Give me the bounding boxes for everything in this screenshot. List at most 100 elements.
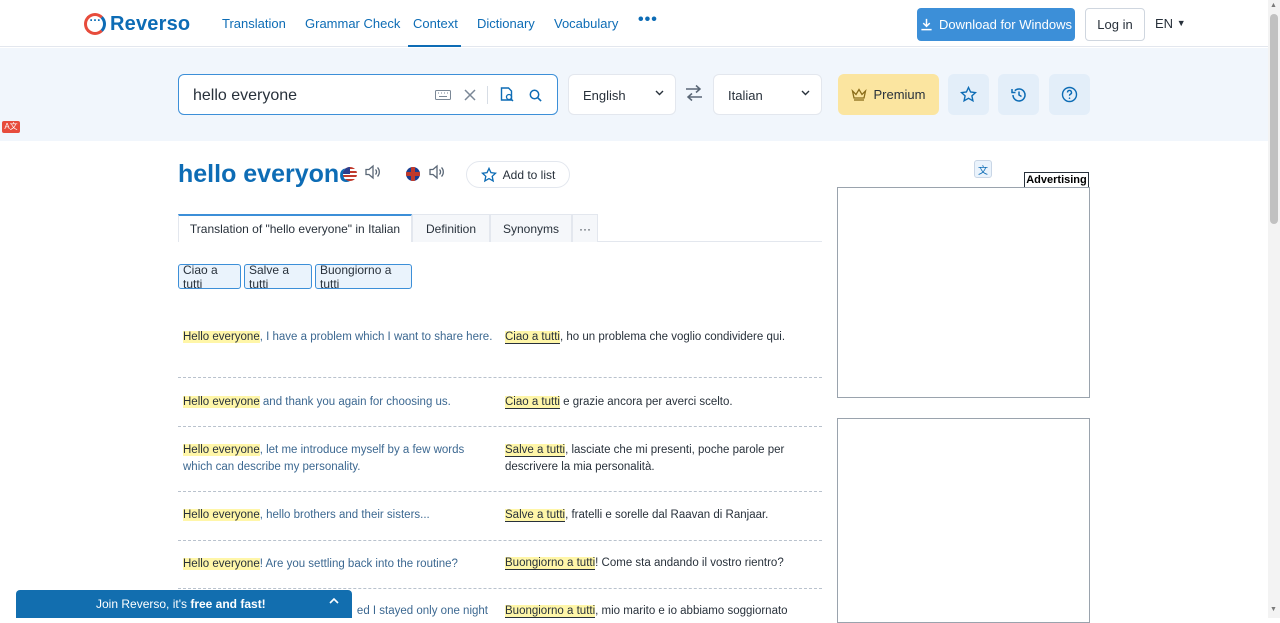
advertising-label: Advertising (1024, 172, 1089, 188)
example-row: Hello everyone, I have a problem which I… (178, 320, 822, 378)
example-target: Salve a tutti, fratelli e sorelle dal Ra… (505, 507, 817, 524)
ad-slot-bottom[interactable] (837, 418, 1090, 623)
crown-icon (851, 88, 868, 101)
scroll-down-icon[interactable]: ▼ (1270, 606, 1277, 613)
reverso-logo-icon (84, 10, 106, 35)
join-text-bold: free and fast! (190, 597, 266, 611)
example-target: Buongiorno a tutti! Come sta andando il … (505, 555, 817, 572)
target-text: , ho un problema che voglio condividere … (559, 331, 786, 343)
example-source: Hello everyone and thank you again for c… (183, 394, 493, 411)
join-reverso-banner[interactable]: Join Reverso, it's free and fast! (16, 590, 352, 618)
chevron-down-icon (800, 87, 811, 101)
swap-languages-icon[interactable] (684, 84, 704, 107)
speaker-us-icon[interactable] (364, 164, 382, 184)
nav-dictionary[interactable]: Dictionary (477, 16, 535, 31)
ui-language-dropdown[interactable]: EN ▼ (1155, 16, 1186, 31)
document-search-icon[interactable] (498, 86, 516, 104)
source-text: , hello brothers and their sisters... (259, 509, 430, 521)
caret-down-icon: ▼ (1176, 18, 1186, 28)
scrollbar-thumb[interactable] (1270, 14, 1278, 224)
nav-more-icon[interactable]: ••• (638, 11, 658, 29)
us-flag-icon (343, 167, 357, 181)
source-highlight: Hello everyone (183, 509, 260, 521)
example-source: Hello everyone, hello brothers and their… (183, 507, 493, 524)
target-language-value: Italian (728, 88, 763, 103)
source-language-value: English (583, 88, 626, 103)
add-to-list-label: Add to list (502, 167, 556, 182)
nav-grammar-check[interactable]: Grammar Check (305, 16, 400, 31)
download-label: Download for Windows (939, 17, 1072, 32)
join-text-regular: Join Reverso, it's (96, 597, 191, 611)
search-input[interactable]: hello everyone (178, 74, 558, 115)
login-button[interactable]: Log in (1085, 8, 1145, 41)
example-target: Ciao a tutti, ho un problema che voglio … (505, 329, 817, 346)
source-text: ! Are you settling back into the routine… (259, 558, 458, 570)
target-highlight[interactable]: Salve a tutti (505, 444, 566, 457)
source-text: ed I stayed only one night (356, 605, 488, 617)
source-highlight: Hello everyone (183, 396, 260, 408)
example-target: Buongiorno a tutti, mio marito e io abbi… (505, 603, 817, 620)
target-highlight[interactable]: Ciao a tutti (505, 331, 560, 344)
translate-extension-icon[interactable]: A文 (2, 121, 20, 133)
speaker-uk-icon[interactable] (428, 164, 446, 184)
page-scrollbar[interactable]: ▲ ▼ (1268, 0, 1280, 618)
source-language-select[interactable]: English (568, 74, 676, 115)
source-highlight: Hello everyone (183, 558, 260, 570)
source-highlight: Hello everyone (183, 331, 260, 343)
join-text: Join Reverso, it's free and fast! (96, 597, 266, 611)
nav-context[interactable]: Context (413, 16, 458, 31)
translate-icon[interactable]: 文 (974, 160, 992, 178)
search-icon[interactable] (526, 86, 544, 104)
target-highlight[interactable]: Salve a tutti (505, 509, 566, 522)
keyboard-icon[interactable] (434, 86, 452, 104)
star-icon (480, 166, 497, 182)
download-icon (921, 18, 932, 31)
download-for-windows-button[interactable]: Download for Windows (917, 8, 1075, 41)
premium-button[interactable]: Premium (838, 74, 939, 115)
example-row: Hello everyone, let me introduce myself … (178, 427, 822, 492)
chevron-up-icon[interactable] (328, 595, 340, 610)
tab-translation[interactable]: Translation of "hello everyone" in Itali… (178, 214, 412, 242)
example-source: Hello everyone, let me introduce myself … (183, 442, 493, 476)
scroll-up-icon[interactable]: ▲ (1270, 2, 1277, 9)
ad-slot-top[interactable] (837, 187, 1090, 398)
target-highlight[interactable]: Ciao a tutti (505, 396, 560, 409)
tab-definition[interactable]: Definition (412, 214, 490, 242)
history-button[interactable] (998, 74, 1039, 115)
add-to-list-button[interactable]: Add to list (466, 161, 570, 188)
clear-icon[interactable] (461, 86, 479, 104)
source-text: , I have a problem which I want to share… (259, 331, 493, 343)
translation-chip[interactable]: Buongiorno a tutti (315, 263, 412, 291)
target-highlight[interactable]: Buongiorno a tutti (505, 605, 596, 618)
target-text: , mio marito e io abbiamo soggiornato (595, 605, 788, 617)
star-icon (960, 86, 977, 103)
history-icon (1010, 87, 1026, 102)
example-target: Salve a tutti, lasciate che mi presenti,… (505, 442, 817, 476)
search-divider (487, 86, 488, 104)
target-language-select[interactable]: Italian (713, 74, 822, 115)
page-title: hello everyone (178, 160, 354, 188)
tab-synonyms[interactable]: Synonyms (490, 214, 572, 242)
translation-chip[interactable]: Salve a tutti (244, 263, 312, 291)
target-highlight[interactable]: Buongiorno a tutti (505, 557, 596, 570)
example-target: Ciao a tutti e grazie ancora per averci … (505, 394, 817, 411)
nav-vocabulary[interactable]: Vocabulary (554, 16, 618, 31)
tab-more[interactable]: ··· (572, 214, 598, 242)
example-source: Hello everyone, I have a problem which I… (183, 329, 493, 346)
nav-active-indicator (408, 45, 461, 47)
target-text: ! Come sta andando il vostro rientro? (595, 557, 784, 569)
brand-name: Reverso (110, 12, 191, 35)
uk-flag-icon (406, 167, 420, 181)
help-button[interactable] (1049, 74, 1090, 115)
translation-chip[interactable]: Ciao a tutti (178, 263, 241, 291)
nav-translation[interactable]: Translation (222, 16, 286, 31)
example-source: Hello everyone! Are you settling back in… (183, 556, 493, 573)
favorites-button[interactable] (948, 74, 989, 115)
target-text: e grazie ancora per averci scelto. (559, 396, 733, 408)
example-row: Hello everyone and thank you again for c… (178, 378, 822, 427)
reverso-logo[interactable]: Reverso (84, 10, 191, 37)
result-tabs: Translation of "hello everyone" in Itali… (178, 214, 822, 242)
source-text: and thank you again for choosing us. (259, 396, 451, 408)
example-row: Hello everyone, hello brothers and their… (178, 492, 822, 541)
search-query[interactable]: hello everyone (193, 87, 297, 105)
